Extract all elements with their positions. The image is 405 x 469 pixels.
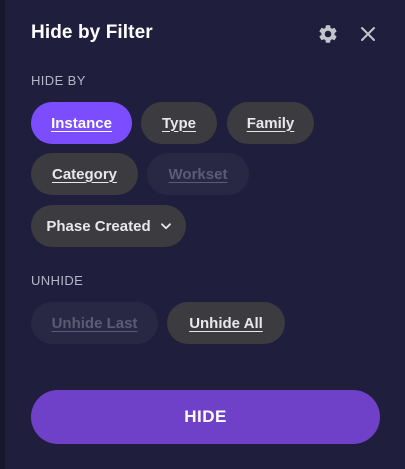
panel-edge — [0, 0, 5, 469]
unhide-label: UNHIDE — [31, 273, 84, 288]
hide-button[interactable]: HIDE — [31, 390, 380, 444]
filter-chip-workset[interactable]: Workset — [147, 153, 249, 195]
hide-by-filter-panel: Hide by Filter HIDE BY Instance Type Fam… — [0, 0, 405, 469]
panel-title: Hide by Filter — [31, 22, 153, 43]
filter-chip-instance-label: Instance — [51, 114, 112, 132]
filter-chip-phase-created[interactable]: Phase Created — [31, 205, 186, 247]
gear-icon — [319, 25, 337, 43]
filter-chip-type[interactable]: Type — [141, 102, 217, 144]
unhide-last-label: Unhide Last — [51, 314, 138, 332]
filter-chip-instance[interactable]: Instance — [31, 102, 132, 144]
close-icon — [361, 27, 375, 41]
filter-chip-family-label: Family — [246, 114, 295, 132]
filter-chip-category[interactable]: Category — [31, 153, 138, 195]
filter-chip-category-label: Category — [51, 165, 118, 183]
unhide-all-label: Unhide All — [189, 314, 263, 332]
close-button[interactable] — [356, 22, 380, 46]
hide-button-label: HIDE — [184, 407, 227, 426]
filter-chip-workset-label: Workset — [168, 165, 228, 183]
unhide-last-button[interactable]: Unhide Last — [31, 302, 158, 344]
filter-chip-family[interactable]: Family — [227, 102, 314, 144]
settings-button[interactable] — [316, 22, 340, 46]
filter-chip-phase-created-label: Phase Created — [46, 217, 151, 235]
unhide-all-button[interactable]: Unhide All — [167, 302, 285, 344]
filter-chip-type-label: Type — [162, 114, 196, 132]
hide-by-label: HIDE BY — [31, 73, 86, 88]
chevron-down-icon — [160, 222, 171, 230]
